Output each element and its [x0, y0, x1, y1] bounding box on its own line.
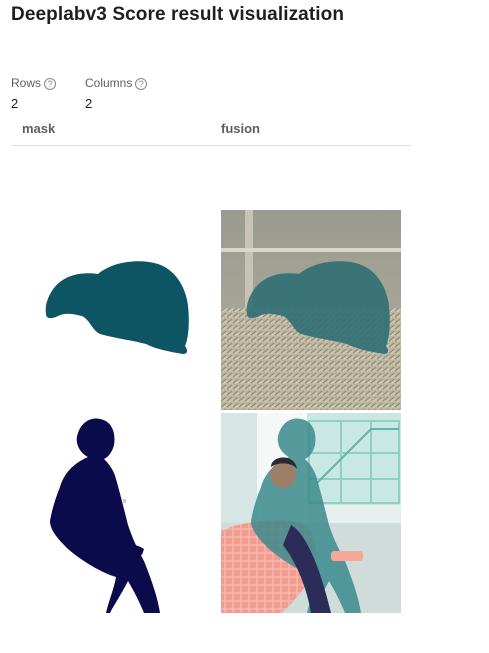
page-title: Deeplabv3 Score result visualization: [11, 4, 345, 25]
rows-label: Rows: [11, 76, 42, 90]
header-divider: [11, 145, 411, 146]
columns-label: Columns: [85, 76, 133, 90]
column-header-mask[interactable]: mask: [22, 121, 55, 136]
person-mask-image: [20, 413, 200, 613]
fusion-watermark: #: [371, 397, 375, 404]
person-mask-shape: [50, 418, 160, 613]
columns-value: 2: [85, 96, 93, 111]
person-mask-speck: [123, 499, 126, 503]
sheep-mask-image: [20, 210, 200, 410]
rows-value: 2: [11, 96, 19, 111]
columns-meta: Columns?: [85, 76, 148, 90]
sheep-fusion-image: #: [221, 210, 401, 410]
person-fusion-image: [221, 413, 401, 613]
rows-info-icon[interactable]: ?: [44, 78, 57, 90]
sheep-mask-shape: [45, 261, 189, 354]
rows-meta: Rows?: [11, 76, 57, 90]
column-header-fusion[interactable]: fusion: [221, 121, 260, 136]
columns-info-icon[interactable]: ?: [135, 78, 148, 90]
